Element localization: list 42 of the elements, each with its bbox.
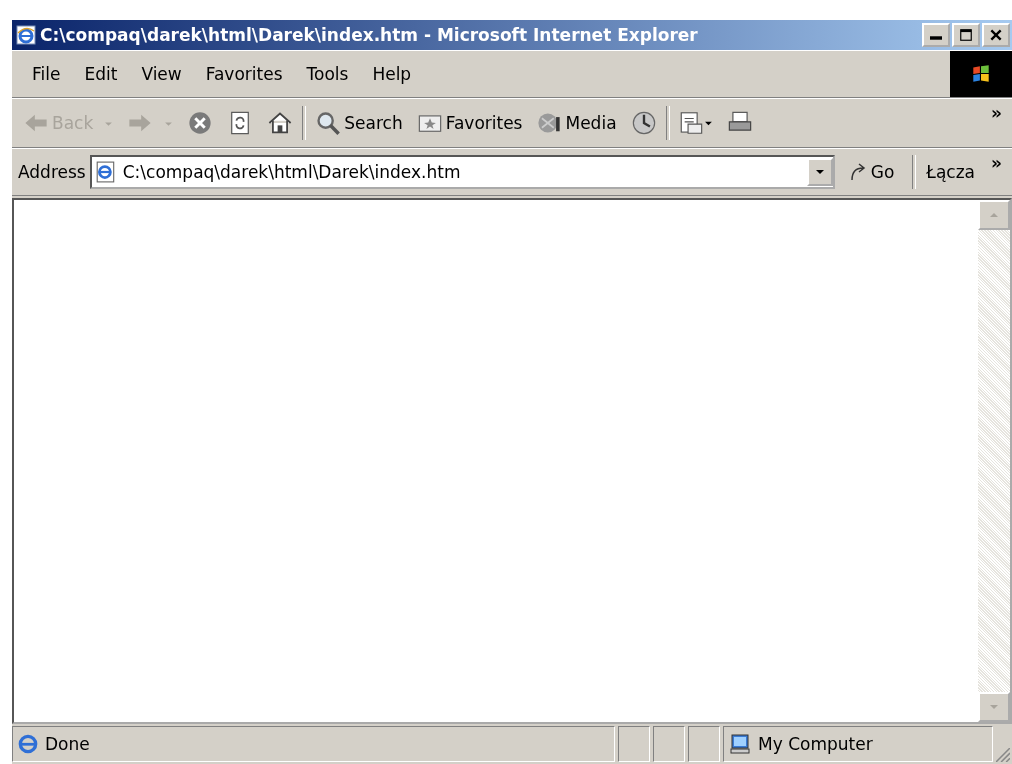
maximize-button[interactable]	[952, 23, 980, 47]
status-pane	[688, 726, 720, 762]
menu-item[interactable]: File	[20, 60, 73, 88]
toolbar-chevron[interactable]: »	[981, 99, 1012, 123]
down-arrow-icon	[989, 702, 999, 712]
menu-item[interactable]: Help	[360, 60, 424, 88]
maximize-icon	[959, 28, 973, 42]
search-icon	[315, 110, 342, 136]
resize-grip-icon	[996, 748, 1010, 762]
links-chevron[interactable]: »	[981, 149, 1012, 173]
page-icon	[94, 161, 117, 183]
mail-icon	[678, 110, 713, 136]
search-button[interactable]: Search	[310, 107, 408, 139]
browser-logo-icon	[16, 25, 36, 45]
address-label: Address	[18, 162, 86, 182]
go-button[interactable]: Go	[838, 162, 905, 182]
links-button[interactable]: Łącza	[924, 162, 977, 182]
status-pane	[618, 726, 650, 762]
stop-icon	[187, 110, 214, 136]
menu-item[interactable]: Edit	[72, 60, 130, 88]
menu-item[interactable]: View	[129, 60, 194, 88]
close-button[interactable]	[982, 23, 1010, 47]
up-arrow-icon	[989, 210, 999, 220]
dropdown-button[interactable]	[806, 158, 833, 186]
clock-icon	[630, 110, 657, 136]
address-field[interactable]: C:\compaq\darek\html\Darek\index.htm	[89, 155, 835, 189]
browser-logo-icon	[17, 733, 39, 755]
window-title: C:\compaq\darek\html\Darek\index.htm - Microsoft Internet Explorer	[40, 25, 699, 45]
media-button[interactable]: Media	[531, 107, 622, 139]
windows-logo-icon	[950, 51, 1012, 97]
close-icon	[989, 28, 1003, 42]
favorites-button[interactable]: Favorites	[411, 107, 528, 139]
status-pane	[653, 726, 685, 762]
status-text: Done	[45, 734, 90, 754]
minimize-icon	[930, 36, 942, 40]
caret-icon	[814, 167, 825, 177]
minimize-button[interactable]	[922, 23, 950, 47]
home-icon	[267, 110, 294, 136]
computer-icon	[728, 733, 752, 755]
menu-item[interactable]: Favorites	[193, 60, 295, 88]
menu-item[interactable]: Tools	[294, 60, 361, 88]
zone-text: My Computer	[758, 734, 873, 754]
